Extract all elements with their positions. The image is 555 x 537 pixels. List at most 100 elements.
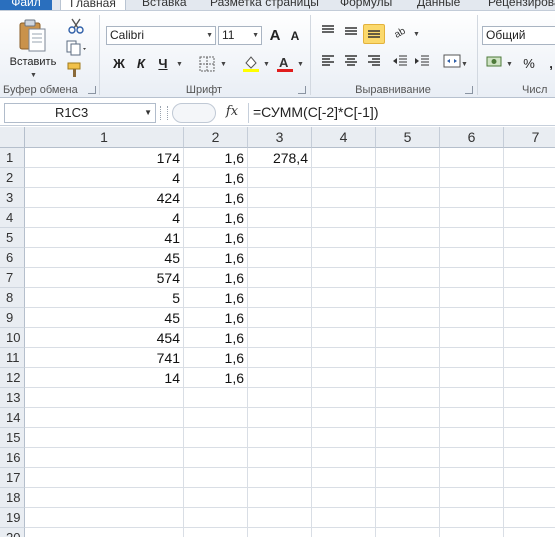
grid-cell[interactable]: 1,6: [184, 148, 248, 168]
grid-cell[interactable]: [440, 508, 504, 528]
shrink-font-button[interactable]: A: [284, 26, 306, 46]
row-header[interactable]: 16: [0, 448, 25, 468]
grid-cell[interactable]: 1,6: [184, 288, 248, 308]
increase-indent-icon[interactable]: [411, 54, 433, 74]
grid-cell[interactable]: [312, 528, 376, 537]
row-header[interactable]: 20: [0, 528, 25, 537]
row-header[interactable]: 8: [0, 288, 25, 308]
grid-cell[interactable]: [25, 488, 184, 508]
grid-cell[interactable]: [440, 288, 504, 308]
grid-cell[interactable]: [504, 428, 555, 448]
align-top-icon[interactable]: [317, 24, 339, 44]
grid-cell[interactable]: [248, 328, 312, 348]
grid-cell[interactable]: [440, 408, 504, 428]
grid-cell[interactable]: [248, 468, 312, 488]
grid-cell[interactable]: [376, 388, 440, 408]
row-header[interactable]: 6: [0, 248, 25, 268]
grid-cell[interactable]: [184, 508, 248, 528]
row-header[interactable]: 17: [0, 468, 25, 488]
grid-cell[interactable]: [504, 408, 555, 428]
grid-cell[interactable]: [248, 388, 312, 408]
grid-cell[interactable]: 1,6: [184, 248, 248, 268]
grid-cell[interactable]: [312, 408, 376, 428]
tab-page-layout[interactable]: Разметка страницы: [210, 0, 319, 10]
grid-cell[interactable]: [312, 488, 376, 508]
tab-review[interactable]: Рецензирование: [488, 0, 555, 10]
chevron-down-icon[interactable]: ▼: [263, 61, 270, 68]
grid-cell[interactable]: [440, 388, 504, 408]
select-all-corner[interactable]: [0, 127, 25, 148]
grid-cell[interactable]: 14: [25, 368, 184, 388]
grid-cell[interactable]: 574: [25, 268, 184, 288]
grid-cell[interactable]: [312, 508, 376, 528]
grid-cell[interactable]: [312, 208, 376, 228]
formula-input[interactable]: =СУММ(C[-2]*C[-1]): [248, 103, 555, 123]
format-painter-icon[interactable]: [64, 61, 88, 79]
row-header[interactable]: 15: [0, 428, 25, 448]
cut-icon[interactable]: [64, 17, 88, 35]
grid-cell[interactable]: [376, 188, 440, 208]
column-header[interactable]: 3: [248, 127, 312, 148]
grid-cell[interactable]: [440, 468, 504, 488]
grid-cell[interactable]: [248, 348, 312, 368]
grid-cell[interactable]: [312, 288, 376, 308]
grid-cell[interactable]: 5: [25, 288, 184, 308]
grid-cell[interactable]: [376, 368, 440, 388]
align-right-icon[interactable]: [363, 54, 385, 74]
grid-cell[interactable]: [25, 428, 184, 448]
borders-icon[interactable]: [196, 54, 218, 74]
currency-format-icon[interactable]: [484, 54, 506, 74]
grid-cell[interactable]: [504, 448, 555, 468]
grid-cell[interactable]: [440, 188, 504, 208]
grid-cell[interactable]: [504, 188, 555, 208]
chevron-down-icon[interactable]: ▼: [176, 61, 183, 68]
grid-cell[interactable]: [184, 468, 248, 488]
grid-cell[interactable]: [25, 408, 184, 428]
grid-cell[interactable]: [248, 488, 312, 508]
grid-cell[interactable]: 1,6: [184, 228, 248, 248]
grid-cell[interactable]: [248, 368, 312, 388]
grid-cell[interactable]: [248, 288, 312, 308]
row-header[interactable]: 14: [0, 408, 25, 428]
row-header[interactable]: 13: [0, 388, 25, 408]
grid-cell[interactable]: [312, 168, 376, 188]
grid-cell[interactable]: [440, 528, 504, 537]
grid-cell[interactable]: 1,6: [184, 348, 248, 368]
grid-cell[interactable]: [504, 228, 555, 248]
grid-cell[interactable]: [312, 228, 376, 248]
grid-cell[interactable]: 1,6: [184, 368, 248, 388]
align-center-icon[interactable]: [340, 54, 362, 74]
row-header[interactable]: 7: [0, 268, 25, 288]
grid-cell[interactable]: [376, 248, 440, 268]
tab-home[interactable]: Главная: [60, 0, 126, 10]
grid-cell[interactable]: 1,6: [184, 268, 248, 288]
font-launcher-icon[interactable]: [298, 86, 306, 94]
grow-font-button[interactable]: A: [264, 26, 286, 46]
grid-cell[interactable]: [248, 208, 312, 228]
grid-cell[interactable]: [248, 168, 312, 188]
paste-button-label[interactable]: Вставить: [6, 56, 60, 68]
grid-cell[interactable]: [504, 328, 555, 348]
grid-cell[interactable]: 45: [25, 308, 184, 328]
decrease-indent-icon[interactable]: [389, 54, 411, 74]
grid-cell[interactable]: [248, 228, 312, 248]
column-header[interactable]: 1: [25, 127, 184, 148]
grid-cell[interactable]: [312, 388, 376, 408]
grid-cell[interactable]: [440, 368, 504, 388]
paste-icon[interactable]: [18, 19, 48, 53]
grid-cell[interactable]: [25, 388, 184, 408]
align-bottom-icon[interactable]: [363, 24, 385, 44]
grid-cell[interactable]: [376, 208, 440, 228]
grid-cell[interactable]: [504, 508, 555, 528]
alignment-launcher-icon[interactable]: [465, 86, 473, 94]
fill-color-icon[interactable]: [240, 54, 262, 74]
grid-cell[interactable]: [376, 468, 440, 488]
grid-cell[interactable]: [376, 528, 440, 537]
grid-cell[interactable]: [440, 428, 504, 448]
grid-cell[interactable]: [440, 148, 504, 168]
grid-cell[interactable]: [248, 508, 312, 528]
grid-cell[interactable]: [440, 248, 504, 268]
grid-cell[interactable]: 1,6: [184, 168, 248, 188]
grid-cell[interactable]: 1,6: [184, 308, 248, 328]
grid-cell[interactable]: [248, 248, 312, 268]
